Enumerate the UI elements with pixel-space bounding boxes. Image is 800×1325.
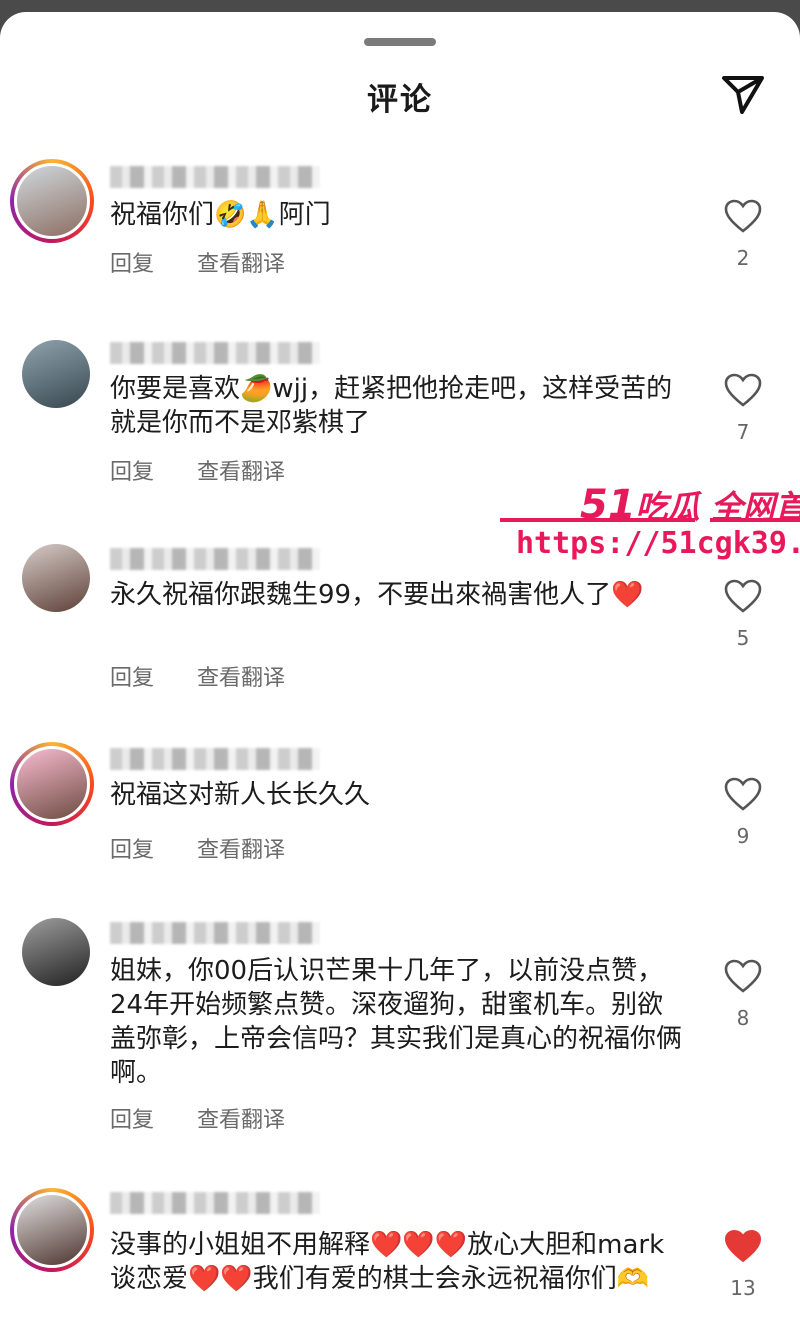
comments-sheet: 评论 祝福你们🤣🙏阿门 回复 查看翻译 2 你要是喜欢🥭wjj，赶紧把他抢走吧，… [0, 12, 800, 1325]
see-translation-button[interactable]: 查看翻译 [197, 252, 285, 277]
like-count: 9 [736, 824, 750, 848]
username-blurred[interactable] [110, 548, 320, 570]
see-translation-button[interactable]: 查看翻译 [197, 1108, 285, 1133]
username-blurred[interactable] [110, 1192, 320, 1214]
like-count: 2 [736, 246, 750, 270]
username-blurred[interactable] [110, 342, 320, 364]
comment-text: 永久祝福你跟魏生99，不要出來禍害他人了❤️ [110, 580, 644, 610]
reply-button[interactable]: 回复 [110, 1108, 154, 1133]
watermark-divider [500, 518, 800, 522]
reply-button[interactable]: 回复 [110, 666, 154, 691]
like-count: 8 [736, 1006, 750, 1030]
heart-outline-icon[interactable] [723, 198, 763, 234]
username-blurred[interactable] [110, 166, 320, 188]
reply-button[interactable]: 回复 [110, 252, 154, 277]
like-control: 7 [722, 372, 764, 444]
heart-outline-icon[interactable] [723, 958, 763, 994]
comment-text: 祝福这对新人长长久久 [110, 780, 371, 810]
watermark-url: https://51cgk39.com [516, 526, 800, 561]
heart-outline-icon[interactable] [723, 372, 763, 408]
like-control: 5 [722, 578, 764, 650]
comment-text: 你要是喜欢🥭wjj，赶紧把他抢走吧，这样受苦的就是你而不是邓紫棋了 [110, 374, 673, 438]
username-blurred[interactable] [110, 748, 320, 770]
comment-text: 祝福你们🤣🙏阿门 [110, 200, 331, 230]
like-count: 13 [730, 1276, 756, 1300]
avatar[interactable] [22, 340, 90, 408]
comment-actions: 回复 查看翻译 [110, 660, 321, 692]
like-control: 13 [722, 1228, 764, 1300]
see-translation-button[interactable]: 查看翻译 [197, 838, 285, 863]
username-blurred[interactable] [110, 922, 320, 944]
avatar[interactable] [10, 159, 94, 243]
share-send-icon[interactable] [718, 72, 768, 116]
avatar[interactable] [10, 1188, 94, 1272]
like-control: 8 [722, 958, 764, 1030]
heart-outline-icon[interactable] [723, 776, 763, 812]
comment-actions: 回复 查看翻译 [110, 454, 321, 486]
comment-text: 姐妹，你00后认识芒果十几年了，以前没点赞，24年开始频繁点赞。深夜遛狗，甜蜜机… [110, 956, 683, 1088]
sheet-title: 评论 [367, 82, 433, 118]
avatar[interactable] [10, 742, 94, 826]
avatar[interactable] [22, 544, 90, 612]
comment-text: 没事的小姐姐不用解释❤️❤️❤️放心大胆和mark谈恋爱❤️❤️我们有爱的棋士会… [110, 1230, 665, 1294]
comment-actions: 回复 查看翻译 [110, 1102, 321, 1134]
like-control: 9 [722, 776, 764, 848]
reply-button[interactable]: 回复 [110, 838, 154, 863]
comment-actions: 回复 查看翻译 [110, 246, 321, 278]
like-control: 2 [722, 198, 764, 270]
see-translation-button[interactable]: 查看翻译 [197, 460, 285, 485]
like-count: 5 [736, 626, 750, 650]
reply-button[interactable]: 回复 [110, 460, 154, 485]
site-watermark: 51吃瓜 全网首发 https://51cgk39.com [500, 482, 800, 572]
comment-actions: 回复 查看翻译 [110, 832, 321, 864]
like-count: 7 [736, 420, 750, 444]
avatar[interactable] [22, 918, 90, 986]
heart-outline-icon[interactable] [723, 578, 763, 614]
sheet-grabber[interactable] [364, 38, 436, 46]
see-translation-button[interactable]: 查看翻译 [197, 666, 285, 691]
heart-filled-icon[interactable] [723, 1228, 763, 1264]
